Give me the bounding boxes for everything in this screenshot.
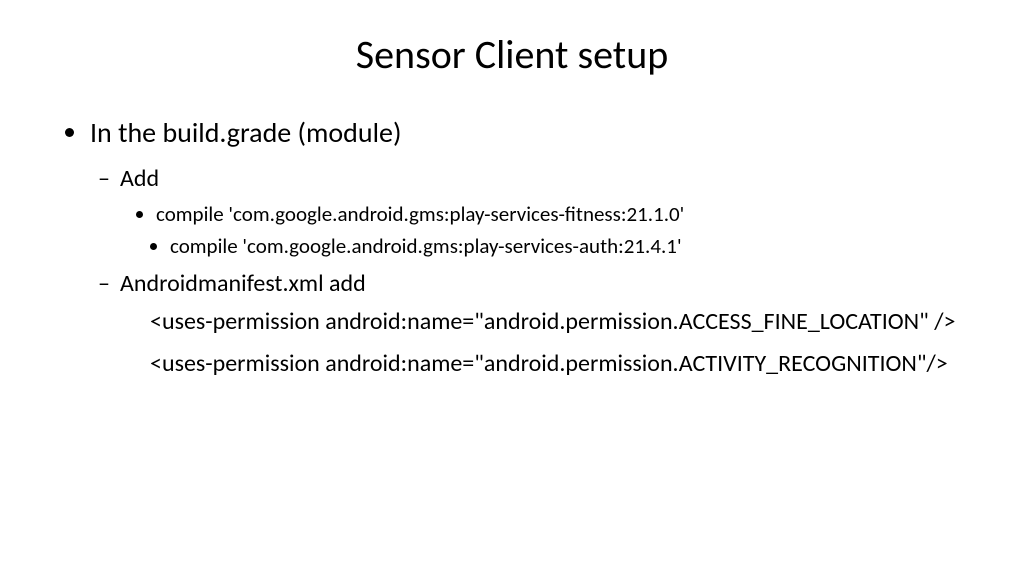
bullet-text: Androidmanifest.xml add xyxy=(120,269,366,298)
bullet-text: compile 'com.google.android.gms:play-ser… xyxy=(170,233,682,259)
permission-line-1: <uses-permission android:name="android.p… xyxy=(120,306,964,338)
bullet-add: Add compile 'com.google.android.gms:play… xyxy=(120,164,964,259)
bullet-compile-auth: compile 'com.google.android.gms:play-ser… xyxy=(170,233,964,259)
permission-line-2: <uses-permission android:name="android.p… xyxy=(120,348,964,380)
bullet-list-level1: In the build.grade (module) Add compile … xyxy=(60,115,964,381)
bullet-list-level3: compile 'com.google.android.gms:play-ser… xyxy=(120,201,964,259)
bullet-text: compile 'com.google.android.gms:play-ser… xyxy=(156,201,684,227)
bullet-text: Add xyxy=(120,164,159,193)
bullet-compile-fitness: compile 'com.google.android.gms:play-ser… xyxy=(156,201,964,227)
bullet-manifest: Androidmanifest.xml add xyxy=(120,269,964,298)
bullet-list-level2: Add compile 'com.google.android.gms:play… xyxy=(90,164,964,381)
slide-title: Sensor Client setup xyxy=(60,30,964,79)
bullet-build-gradle: In the build.grade (module) Add compile … xyxy=(90,115,964,381)
bullet-text: In the build.grade (module) xyxy=(90,115,401,150)
